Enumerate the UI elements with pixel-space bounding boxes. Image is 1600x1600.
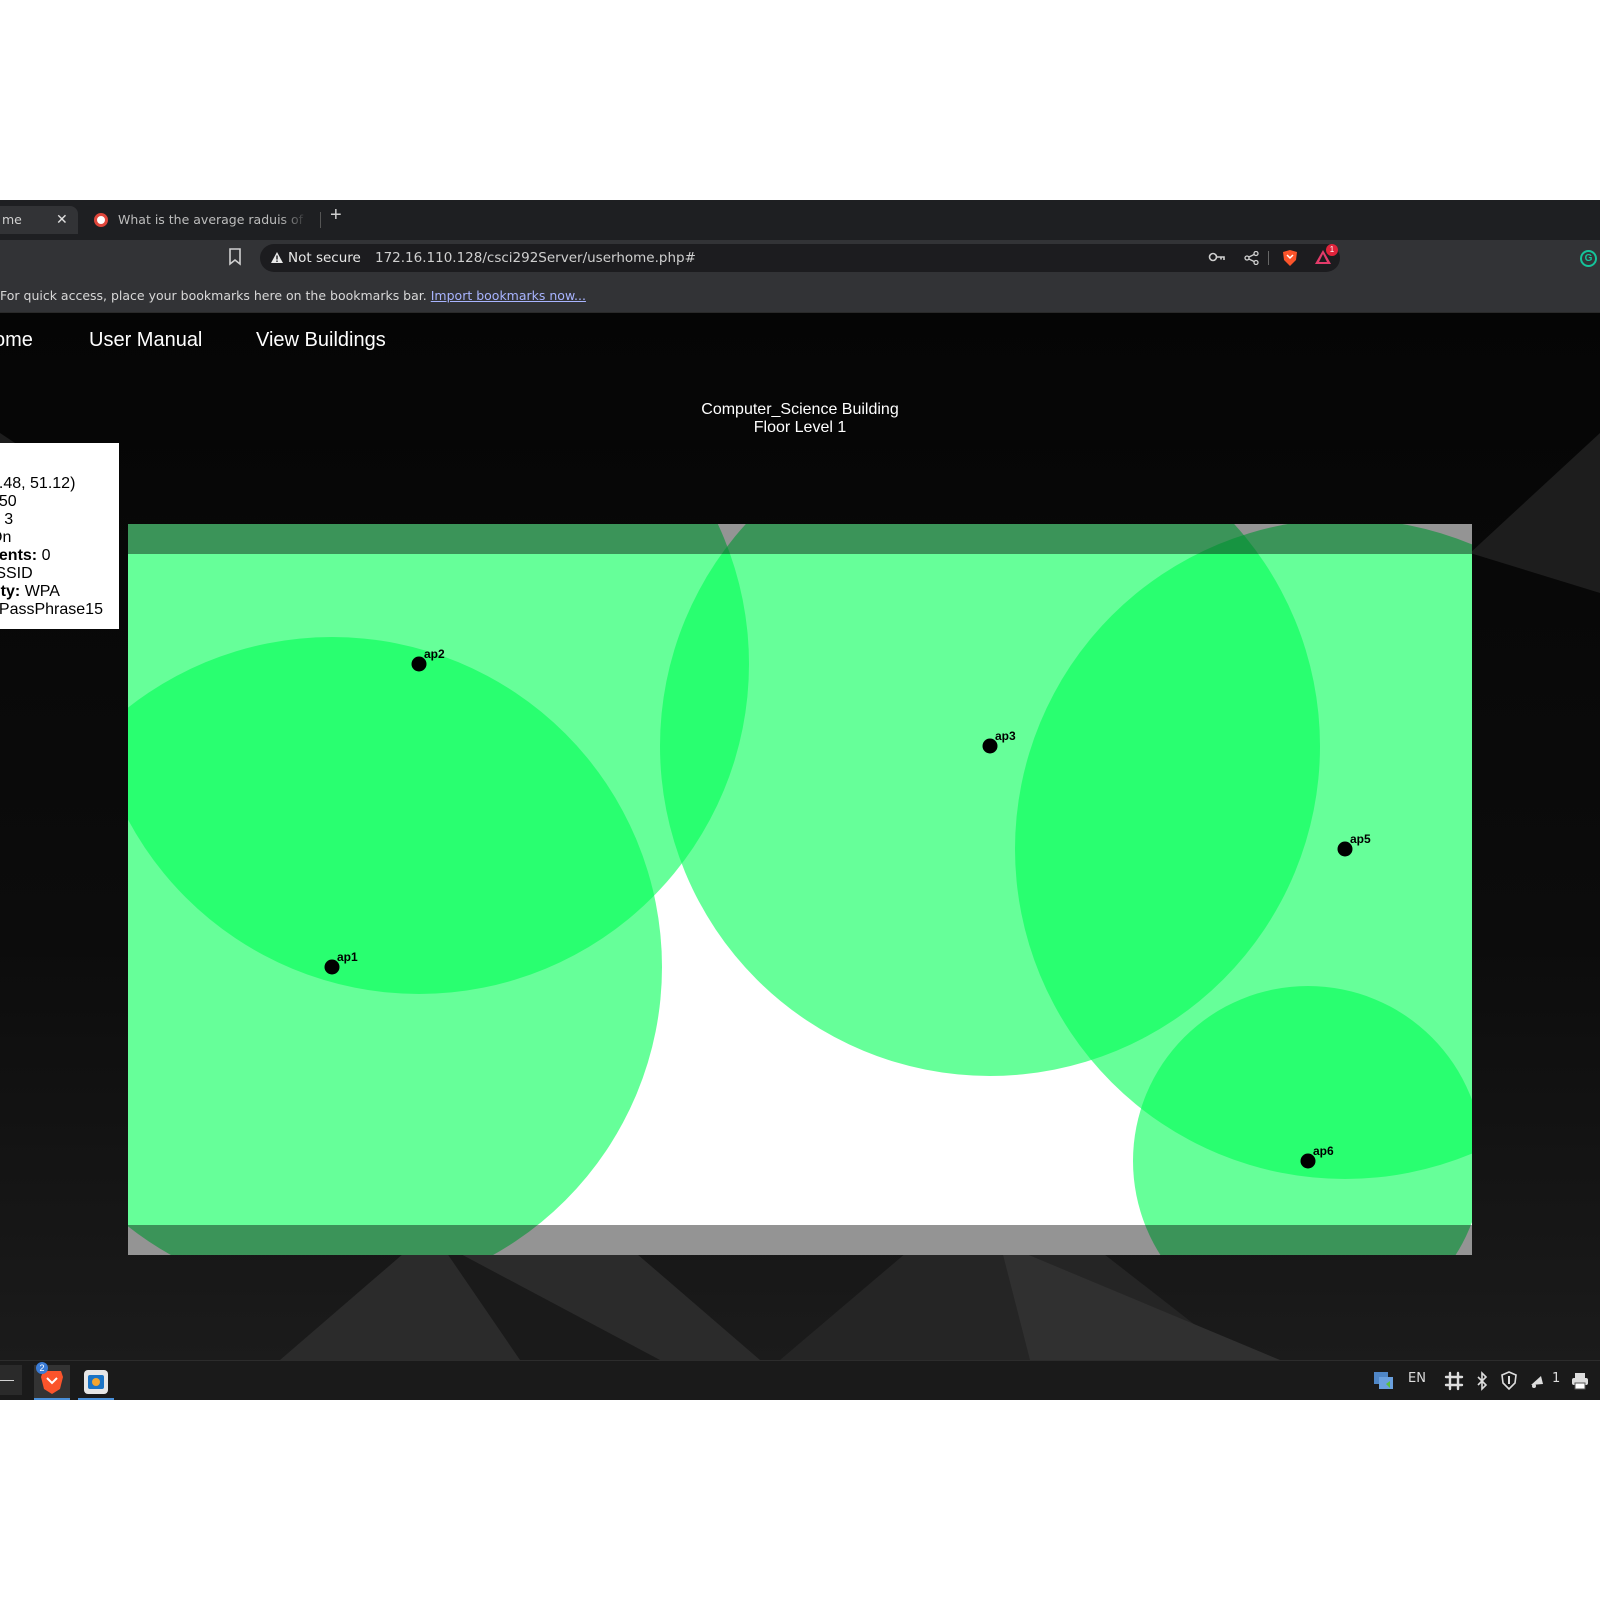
nav-view-buildings-link[interactable]: View Buildings bbox=[256, 329, 386, 352]
bookmarks-bar: For quick access, place your bookmarks h… bbox=[0, 278, 1600, 313]
info-channel: l: 3 bbox=[0, 511, 103, 529]
bookmark-icon[interactable] bbox=[228, 248, 242, 266]
access-point-label-ap1: ap1 bbox=[337, 950, 358, 964]
info-ssid: -SSID bbox=[0, 565, 103, 583]
access-point-label-ap6: ap6 bbox=[1313, 1144, 1334, 1158]
tab-title: me bbox=[2, 212, 22, 227]
floor-title: Floor Level 1 bbox=[753, 419, 847, 436]
toolbar-divider bbox=[1268, 251, 1269, 265]
nav-home-link[interactable]: ome bbox=[0, 329, 33, 352]
bookmarks-bar-message: For quick access, place your bookmarks h… bbox=[0, 288, 427, 303]
app-menu-icon[interactable]: — bbox=[0, 1365, 22, 1395]
tab-title: What is the average raduis of an bbox=[118, 212, 308, 227]
access-point-label-ap5: ap5 bbox=[1350, 832, 1371, 846]
security-status[interactable]: Not secure bbox=[288, 250, 361, 266]
url-text[interactable]: 172.16.110.128/csci292Server/userhome.ph… bbox=[375, 250, 696, 266]
address-bar[interactable]: Not secure 172.16.110.128/csci292Server/… bbox=[260, 244, 1340, 272]
info-status: On bbox=[0, 529, 103, 547]
ssid-value: -SSID bbox=[0, 565, 33, 582]
warning-icon[interactable] bbox=[270, 251, 284, 264]
floor-bottom-band bbox=[128, 1225, 1472, 1255]
browser-toolbar: Not secure 172.16.110.128/csci292Server/… bbox=[0, 240, 1600, 278]
clients-label: lients: bbox=[0, 547, 38, 564]
tab-divider bbox=[320, 212, 321, 228]
vpn-shield-icon[interactable] bbox=[1500, 1371, 1518, 1391]
running-indicator bbox=[78, 1398, 114, 1400]
tab-active[interactable]: me ✕ bbox=[0, 206, 78, 234]
import-bookmarks-link[interactable]: Import bookmarks now... bbox=[431, 288, 586, 303]
notification-bell-icon[interactable] bbox=[1528, 1372, 1544, 1390]
grammarly-icon[interactable]: G bbox=[1580, 250, 1597, 267]
virtualbox-icon[interactable] bbox=[78, 1365, 114, 1399]
floor-map[interactable]: ap1 ap2 ap3 ap5 ap6 bbox=[128, 524, 1472, 1255]
info-range: 150 bbox=[0, 493, 103, 511]
notification-count: 1 bbox=[1552, 1371, 1561, 1386]
access-point-label-ap2: ap2 bbox=[424, 647, 445, 661]
security-label: rity: bbox=[0, 583, 21, 600]
brave-shield-icon[interactable] bbox=[1282, 249, 1298, 267]
channel-value: 3 bbox=[4, 511, 14, 528]
brave-window-count: 2 bbox=[36, 1362, 48, 1374]
brave-favicon-icon bbox=[94, 213, 108, 227]
info-lines: 3.48, 51.12) 150 l: 3 On lients: 0 -SSID… bbox=[0, 475, 103, 619]
printer-icon[interactable] bbox=[1570, 1372, 1590, 1390]
bluetooth-icon[interactable] bbox=[1476, 1371, 1488, 1391]
close-icon[interactable]: ✕ bbox=[56, 206, 68, 234]
floor-map-canvas[interactable]: ap1 ap2 ap3 ap5 ap6 bbox=[128, 524, 1472, 1255]
clients-value: 0 bbox=[41, 547, 51, 564]
building-title: Computer_Science Building bbox=[701, 401, 899, 418]
info-clients: lients: 0 bbox=[0, 547, 103, 565]
range-value: 150 bbox=[0, 493, 17, 510]
network-icon[interactable] bbox=[1372, 1369, 1394, 1391]
share-icon[interactable] bbox=[1244, 251, 1260, 265]
passphrase-value: ePassPhrase15 bbox=[0, 601, 103, 618]
status-value: On bbox=[0, 529, 12, 546]
access-point-info-tooltip: 3.48, 51.12) 150 l: 3 On lients: 0 -SSID… bbox=[0, 443, 119, 629]
security-value: WPA bbox=[24, 583, 60, 600]
info-passphrase: ePassPhrase15 bbox=[0, 601, 103, 619]
rewards-badge: 1 bbox=[1326, 244, 1338, 256]
virtualbox-logo bbox=[84, 1370, 108, 1394]
coverage-layer bbox=[128, 524, 1472, 1255]
desktop-screen: me ✕ What is the average raduis of an + … bbox=[0, 200, 1600, 1400]
tab-search[interactable]: What is the average raduis of an bbox=[82, 206, 322, 234]
web-page: ome User Manual View Buildings Computer_… bbox=[0, 313, 1600, 1360]
nav-user-manual-link[interactable]: User Manual bbox=[89, 329, 202, 352]
language-indicator[interactable]: EN bbox=[1408, 1371, 1426, 1386]
slack-icon[interactable] bbox=[1444, 1371, 1464, 1391]
floor-top-band bbox=[128, 524, 1472, 554]
access-point-label-ap3: ap3 bbox=[995, 729, 1016, 743]
new-tab-button[interactable]: + bbox=[330, 204, 342, 227]
browser-tab-strip: me ✕ What is the average raduis of an + bbox=[0, 200, 1600, 240]
info-security: rity: WPA bbox=[0, 583, 103, 601]
bookmarks-bar-prompt: For quick access, place your bookmarks h… bbox=[0, 288, 586, 303]
running-indicator bbox=[34, 1398, 70, 1400]
key-icon[interactable] bbox=[1208, 251, 1226, 263]
info-coordinates: 3.48, 51.12) bbox=[0, 475, 103, 493]
taskbar: — 2 EN 1 bbox=[0, 1360, 1600, 1400]
coords-value: 3.48, 51.12) bbox=[0, 475, 76, 492]
